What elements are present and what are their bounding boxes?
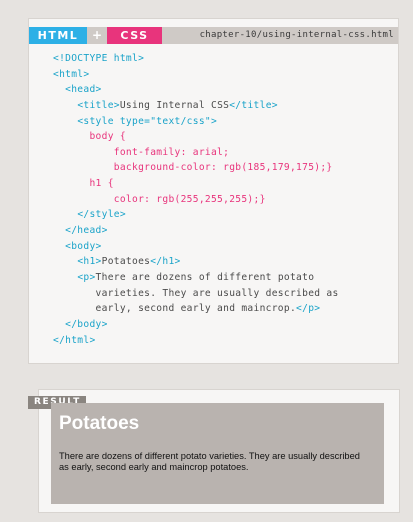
- code-css: h1 {: [89, 178, 114, 190]
- code-line: <body>: [53, 239, 393, 255]
- code-tag: <title>: [77, 99, 120, 111]
- code-line: varieties. They are usually described as: [53, 286, 393, 302]
- code-tag: </html>: [53, 334, 96, 346]
- code-line: <html>: [53, 67, 393, 83]
- code-css: body {: [89, 131, 126, 143]
- code-css: font-family: arial;: [113, 146, 230, 158]
- code-line: font-family: arial;: [53, 145, 393, 161]
- code-tag: <h1>: [77, 256, 102, 268]
- code-tag: </body>: [65, 318, 108, 330]
- code-line: color: rgb(255,255,255);}: [53, 192, 393, 208]
- result-paragraph: There are dozens of different potato var…: [59, 451, 360, 472]
- code-line: </body>: [53, 317, 393, 333]
- code-text: Potatoes: [101, 256, 151, 268]
- code-line: h1 {: [53, 176, 393, 192]
- result-preview: Potatoes There are dozens of different p…: [51, 403, 384, 504]
- code-line: <head>: [53, 82, 393, 98]
- code-panel: HTML + CSS chapter-10/using-internal-css…: [28, 18, 399, 364]
- code-tag: </title>: [229, 99, 278, 111]
- code-line: <h1>Potatoes</h1>: [53, 254, 393, 270]
- code-tab-bar: HTML + CSS chapter-10/using-internal-css…: [29, 27, 398, 44]
- code-text: There are dozens of different potato: [95, 271, 315, 283]
- tab-css[interactable]: CSS: [107, 27, 162, 44]
- code-line: <!DOCTYPE html>: [53, 51, 393, 67]
- file-path: chapter-10/using-internal-css.html: [199, 30, 394, 40]
- code-css: background-color: rgb(185,179,175);}: [113, 162, 333, 174]
- code-line: <style type="text/css">: [53, 114, 393, 130]
- code-line: early, second early and maincrop.</p>: [53, 301, 393, 317]
- code-line: body {: [53, 129, 393, 145]
- code-css: color: rgb(255,255,255);}: [113, 193, 266, 205]
- plus-separator: +: [91, 28, 103, 42]
- code-line: </head>: [53, 223, 393, 239]
- code-tag: <!DOCTYPE html>: [53, 53, 145, 64]
- result-heading: Potatoes: [59, 413, 140, 434]
- code-line: <title>Using Internal CSS</title>: [53, 98, 393, 114]
- code-tag: </p>: [296, 303, 321, 315]
- code-listing: <!DOCTYPE html> <html> <head> <title>Usin…: [53, 51, 393, 348]
- code-tag: <html>: [53, 68, 90, 80]
- tab-html[interactable]: HTML: [29, 27, 87, 44]
- code-line: </html>: [53, 333, 393, 349]
- code-tag: <body>: [65, 240, 102, 252]
- code-tag: <p>: [77, 271, 96, 283]
- code-text: early, second early and maincrop.: [53, 303, 297, 315]
- code-line: background-color: rgb(185,179,175);}: [53, 160, 393, 176]
- code-tag: </style>: [77, 209, 126, 221]
- code-tag: </h1>: [150, 256, 181, 268]
- code-text: varieties. They are usually described as: [53, 287, 339, 299]
- code-tag: <style type="text/css">: [77, 115, 218, 127]
- code-line: <p>There are dozens of different potato: [53, 270, 393, 286]
- code-tag: </head>: [65, 225, 108, 237]
- code-line: </style>: [53, 207, 393, 223]
- code-tag: <head>: [65, 84, 102, 96]
- code-text: Using Internal CSS: [119, 99, 230, 111]
